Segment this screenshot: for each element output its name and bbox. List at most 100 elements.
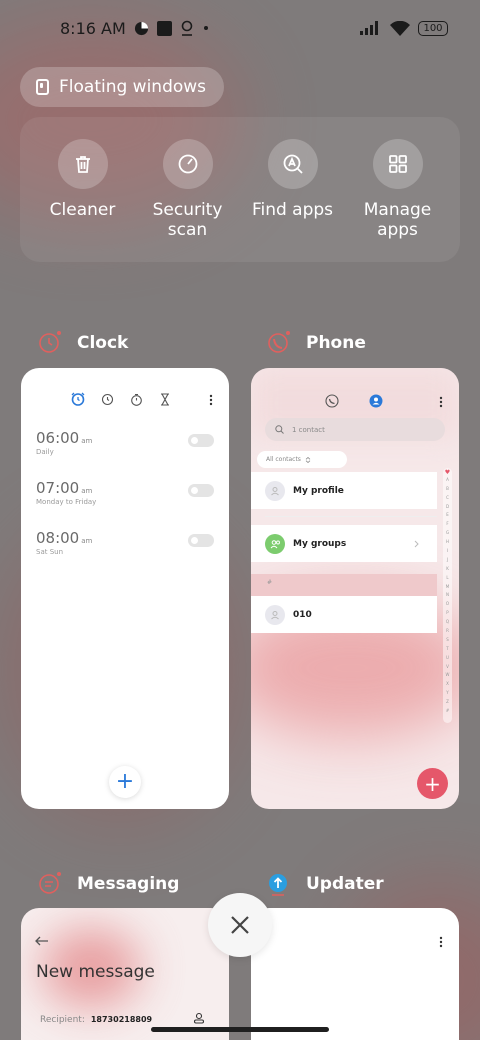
contacts-icon[interactable] bbox=[369, 394, 383, 408]
alphabet-index-letter[interactable]: G bbox=[446, 529, 449, 537]
clock-app-name: Clock bbox=[77, 333, 129, 353]
alphabet-index-letter[interactable]: U bbox=[446, 654, 449, 662]
clock-app-header[interactable]: Clock bbox=[37, 330, 128, 356]
alphabet-index-letter[interactable]: F bbox=[446, 520, 448, 528]
chevron-right-icon bbox=[414, 540, 419, 547]
alphabet-index-letter[interactable]: D bbox=[446, 503, 449, 511]
floating-windows-button[interactable]: Floating windows bbox=[20, 67, 225, 107]
alphabet-index-letter[interactable]: H bbox=[446, 538, 449, 546]
clock-app-card[interactable]: 06:00 am Daily 07:00 am Monday to Friday 0… bbox=[21, 368, 229, 809]
alarm-item[interactable]: 07:00 am Monday to Friday bbox=[36, 479, 214, 519]
phone-app-card[interactable]: 1 contact All contacts My profile My gro… bbox=[251, 368, 459, 809]
my-profile-row[interactable]: My profile bbox=[251, 472, 437, 509]
alphabet-index-letter[interactable]: I bbox=[447, 547, 448, 555]
alphabet-index-letter[interactable]: # bbox=[446, 707, 449, 715]
alphabet-index-letter[interactable]: K bbox=[446, 565, 449, 573]
updater-app-card[interactable] bbox=[251, 908, 459, 1040]
alphabet-index-letter[interactable]: N bbox=[446, 591, 449, 599]
contact-row[interactable]: 010 bbox=[251, 596, 437, 633]
alarm-ampm: am bbox=[81, 537, 93, 545]
status-bar: 8:16 AM 100 bbox=[0, 0, 480, 56]
find-apps-button[interactable]: Find apps bbox=[243, 139, 343, 262]
section-header: # bbox=[251, 574, 437, 596]
my-groups-label: My groups bbox=[293, 538, 347, 549]
signal-icon bbox=[360, 21, 382, 35]
world-clock-icon[interactable] bbox=[101, 393, 114, 406]
alarm-toggle[interactable] bbox=[188, 434, 214, 447]
contact-avatar-icon bbox=[265, 604, 285, 625]
recents-icon[interactable] bbox=[325, 394, 339, 408]
alphabet-index-letter[interactable]: J bbox=[447, 556, 448, 564]
floating-windows-label: Floating windows bbox=[59, 77, 207, 97]
security-scan-button[interactable]: Security scan bbox=[138, 139, 238, 262]
manage-apps-label: Manage apps bbox=[363, 200, 432, 240]
location-notification-icon bbox=[180, 20, 194, 36]
add-icon: + bbox=[424, 771, 441, 796]
square-notification-icon bbox=[156, 20, 172, 36]
alphabet-index-letter[interactable]: A bbox=[446, 476, 449, 484]
alphabet-index-letter[interactable]: L bbox=[446, 574, 448, 582]
alarm-icon[interactable] bbox=[71, 392, 85, 406]
alarm-item[interactable]: 06:00 am Daily bbox=[36, 429, 214, 469]
updater-app-header[interactable]: Updater bbox=[266, 871, 384, 897]
contacts-filter-dropdown[interactable]: All contacts bbox=[257, 451, 347, 468]
alphabet-index-letter[interactable]: Q bbox=[446, 618, 449, 626]
manage-apps-button[interactable]: Manage apps bbox=[348, 139, 448, 262]
add-icon: + bbox=[115, 769, 135, 794]
alphabet-index-letter[interactable]: C bbox=[446, 494, 449, 502]
alphabet-index-letter[interactable]: R bbox=[446, 627, 449, 635]
alphabet-index-letter[interactable]: X bbox=[446, 680, 449, 688]
alphabet-index-letter[interactable]: V bbox=[446, 663, 449, 671]
find-apps-label: Find apps bbox=[251, 200, 334, 220]
alphabet-index-letter[interactable]: P bbox=[446, 609, 448, 617]
contact-name: 010 bbox=[293, 609, 312, 620]
add-contact-button[interactable]: + bbox=[417, 768, 448, 799]
alphabet-index-letter[interactable]: O bbox=[446, 600, 449, 608]
trash-icon bbox=[57, 139, 108, 189]
stopwatch-icon[interactable] bbox=[130, 393, 143, 406]
search-placeholder: 1 contact bbox=[292, 425, 325, 434]
cleaner-button[interactable]: Cleaner bbox=[33, 139, 133, 262]
recipient-field[interactable]: Recipient: 18730218809 bbox=[40, 1015, 152, 1025]
alphabet-index-letter[interactable]: E bbox=[446, 511, 449, 519]
floating-window-icon bbox=[36, 79, 49, 95]
alphabet-index-scrollbar[interactable]: ♥ A B C D E F G H I J K L M N O P Q R S T U V W X Y Z # bbox=[443, 468, 452, 723]
recipient-value: 18730218809 bbox=[90, 1015, 153, 1024]
back-arrow-icon[interactable] bbox=[35, 936, 49, 946]
status-time: 8:16 AM bbox=[60, 18, 126, 38]
more-options-icon[interactable] bbox=[439, 396, 443, 408]
alphabet-index-letter[interactable]: S bbox=[446, 636, 449, 644]
add-alarm-button[interactable]: + bbox=[109, 766, 141, 798]
alarm-item[interactable]: 08:00 am Sat Sun bbox=[36, 529, 214, 569]
alarm-toggle[interactable] bbox=[188, 534, 214, 547]
filter-label: All contacts bbox=[266, 456, 301, 463]
phone-app-header[interactable]: Phone bbox=[266, 330, 366, 356]
alphabet-index-letter[interactable]: M bbox=[446, 583, 449, 591]
clear-all-button[interactable] bbox=[208, 893, 272, 957]
alphabet-index-letter[interactable]: Z bbox=[446, 698, 449, 706]
favorites-heart-icon: ♥ bbox=[444, 469, 451, 476]
alphabet-index-letter[interactable]: T bbox=[446, 645, 448, 653]
my-groups-row[interactable]: My groups bbox=[251, 525, 437, 562]
add-contact-icon[interactable] bbox=[193, 1012, 205, 1024]
more-options-icon[interactable] bbox=[209, 394, 213, 406]
wifi-icon bbox=[390, 20, 410, 36]
close-icon bbox=[231, 916, 249, 934]
security-scan-icon bbox=[162, 139, 213, 189]
contacts-search-input[interactable]: 1 contact bbox=[265, 418, 445, 441]
home-indicator[interactable] bbox=[151, 1027, 329, 1032]
alarm-toggle[interactable] bbox=[188, 484, 214, 497]
battery-level: 100 bbox=[423, 22, 443, 34]
alarm-time-value: 07:00 bbox=[36, 479, 80, 497]
messaging-app-card[interactable]: New message Recipient: 18730218809 bbox=[21, 908, 229, 1040]
updater-app-name: Updater bbox=[306, 874, 384, 894]
more-options-icon[interactable] bbox=[439, 936, 443, 948]
messaging-app-name: Messaging bbox=[77, 874, 180, 894]
quick-actions-panel: Cleaner Security scan Find apps Manage a… bbox=[20, 117, 460, 262]
alphabet-index-letter[interactable]: Y bbox=[446, 689, 448, 697]
more-notifications-dot-icon bbox=[202, 24, 210, 32]
messaging-app-header[interactable]: Messaging bbox=[37, 871, 179, 897]
timer-icon[interactable] bbox=[159, 392, 171, 406]
alphabet-index-letter[interactable]: B bbox=[446, 485, 449, 493]
alphabet-index-letter[interactable]: W bbox=[446, 671, 450, 679]
